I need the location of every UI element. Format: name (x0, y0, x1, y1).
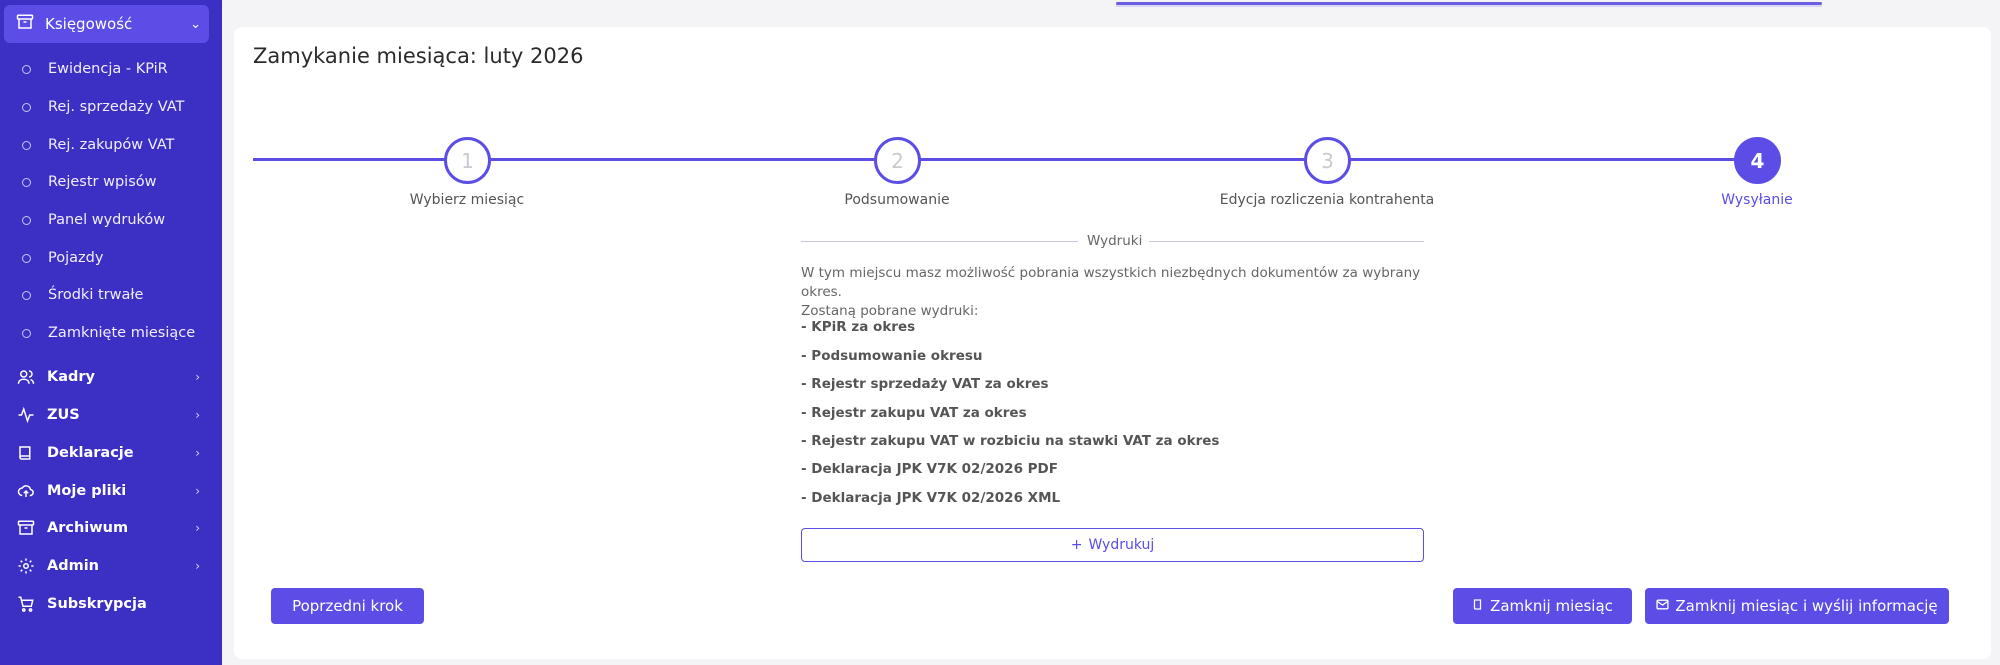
sidebar-item-kadry[interactable]: Kadry › (0, 358, 222, 396)
sidebar-subitem-label: Środki trwałe (48, 287, 144, 303)
circle-icon (22, 328, 31, 338)
step-4-label: Wysyłanie (1721, 192, 1793, 208)
list-item: - Rejestr zakupu VAT za okres (801, 405, 1027, 421)
list-item: - Rejestr zakupu VAT w rozbiciu na stawk… (801, 433, 1220, 449)
intro-line-1: W tym miejscu masz możliwość pobrania ws… (801, 265, 1421, 300)
chevron-right-icon: › (195, 446, 200, 460)
section-title: Wydruki (1087, 233, 1143, 249)
list-item: - Rejestr sprzedaży VAT za okres (801, 376, 1049, 392)
sidebar-item-admin[interactable]: Admin › (0, 547, 222, 585)
step-1-circle[interactable]: 1 (444, 137, 491, 184)
page-title: Zamykanie miesiąca: luty 2026 (253, 44, 584, 68)
mail-icon (1656, 598, 1669, 614)
archive-icon (16, 13, 34, 35)
chevron-right-icon: › (195, 408, 200, 422)
sidebar-subitem-rej-sprzedazy[interactable]: Rej. sprzedaży VAT (0, 88, 222, 126)
step-2-label: Podsumowanie (844, 192, 950, 208)
circle-icon (22, 102, 31, 112)
sidebar-subitem-rej-zakupow[interactable]: Rej. zakupów VAT (0, 126, 222, 164)
users-icon (16, 367, 36, 387)
sidebar-item-label: Admin (47, 558, 100, 574)
sidebar-subitem-zamkniete-miesiace[interactable]: Zamknięte miesiące (0, 314, 222, 352)
sidebar-subitem-panel-wydrukow[interactable]: Panel wydruków (0, 201, 222, 239)
print-button[interactable]: + Wydrukuj (801, 528, 1424, 562)
loading-bar-shadow (1116, 5, 1822, 7)
sidebar-subitem-label: Rej. zakupów VAT (48, 137, 175, 153)
chevron-right-icon: › (195, 559, 200, 573)
sidebar: Księgowość ⌄ Ewidencja - KPiR Rej. sprze… (0, 0, 222, 665)
close-month-label: Zamknij miesiąc (1490, 597, 1613, 615)
close-month-button[interactable]: Zamknij miesiąc (1453, 588, 1632, 624)
printouts-intro: W tym miejscu masz możliwość pobrania ws… (801, 264, 1441, 321)
circle-icon (22, 253, 31, 263)
chevron-right-icon: › (195, 521, 200, 535)
circle-icon (22, 177, 31, 187)
plus-icon: + (1070, 537, 1083, 553)
section-divider-left (801, 241, 1078, 242)
sidebar-item-label: Archiwum (47, 520, 129, 536)
sidebar-subitem-rejestr-wpisow[interactable]: Rejestr wpisów (0, 163, 222, 201)
chevron-right-icon: › (195, 484, 200, 498)
book-icon (16, 443, 36, 463)
cloud-upload-icon (16, 481, 36, 501)
sidebar-item-label: ZUS (47, 407, 80, 423)
chevron-down-icon: ⌄ (190, 16, 201, 32)
sidebar-subitem-ewidencja[interactable]: Ewidencja - KPiR (0, 50, 222, 88)
sidebar-item-label: Deklaracje (47, 445, 134, 461)
list-item: - Podsumowanie okresu (801, 348, 983, 364)
sidebar-subitem-label: Zamknięte miesiące (48, 325, 196, 341)
gear-icon (16, 556, 36, 576)
sidebar-item-label: Subskrypcja (47, 596, 147, 612)
step-2-circle[interactable]: 2 (874, 137, 921, 184)
content-card (234, 27, 1991, 659)
list-item: - Deklaracja JPK V7K 02/2026 PDF (801, 461, 1058, 477)
circle-icon (22, 140, 31, 150)
step-4-circle[interactable]: 4 (1734, 137, 1781, 184)
activity-icon (16, 405, 36, 425)
sidebar-item-ksiegowosc[interactable]: Księgowość ⌄ (4, 5, 209, 43)
sidebar-subitem-label: Pojazdy (48, 250, 104, 266)
sidebar-subitem-label: Panel wydruków (48, 212, 166, 228)
sidebar-item-moje-pliki[interactable]: Moje pliki › (0, 472, 222, 510)
sidebar-item-deklaracje[interactable]: Deklaracje › (0, 434, 222, 472)
sidebar-item-subskrypcja[interactable]: Subskrypcja (0, 585, 222, 623)
list-item: - Deklaracja JPK V7K 02/2026 XML (801, 490, 1061, 506)
sidebar-subitem-pojazdy[interactable]: Pojazdy (0, 239, 222, 277)
previous-step-button[interactable]: Poprzedni krok (271, 588, 424, 624)
sidebar-subitem-srodki-trwale[interactable]: Środki trwałe (0, 276, 222, 314)
sidebar-item-archiwum[interactable]: Archiwum › (0, 509, 222, 547)
archive-icon (16, 518, 36, 538)
sidebar-subitem-label: Rej. sprzedaży VAT (48, 99, 185, 115)
book-icon (1472, 598, 1484, 615)
circle-icon (22, 64, 31, 74)
list-item: - KPiR za okres (801, 319, 916, 335)
step-1-label: Wybierz miesiąc (409, 192, 525, 208)
sidebar-item-label: Moje pliki (47, 483, 127, 499)
sidebar-item-label: Kadry (47, 369, 96, 385)
step-3-circle[interactable]: 3 (1304, 137, 1351, 184)
sidebar-item-label: Księgowość (45, 15, 133, 33)
sidebar-subitem-label: Ewidencja - KPiR (48, 61, 168, 77)
section-divider-right (1149, 241, 1424, 242)
circle-icon (22, 290, 31, 300)
chevron-right-icon: › (195, 370, 200, 384)
sidebar-item-zus[interactable]: ZUS › (0, 396, 222, 434)
close-and-send-label: Zamknij miesiąc i wyślij informację (1675, 597, 1938, 615)
step-3-label: Edycja rozliczenia kontrahenta (1219, 192, 1435, 208)
print-button-label: Wydrukuj (1088, 537, 1155, 553)
circle-icon (22, 215, 31, 225)
cart-icon (16, 594, 36, 614)
close-and-send-button[interactable]: Zamknij miesiąc i wyślij informację (1645, 588, 1949, 624)
sidebar-subitem-label: Rejestr wpisów (48, 174, 157, 190)
